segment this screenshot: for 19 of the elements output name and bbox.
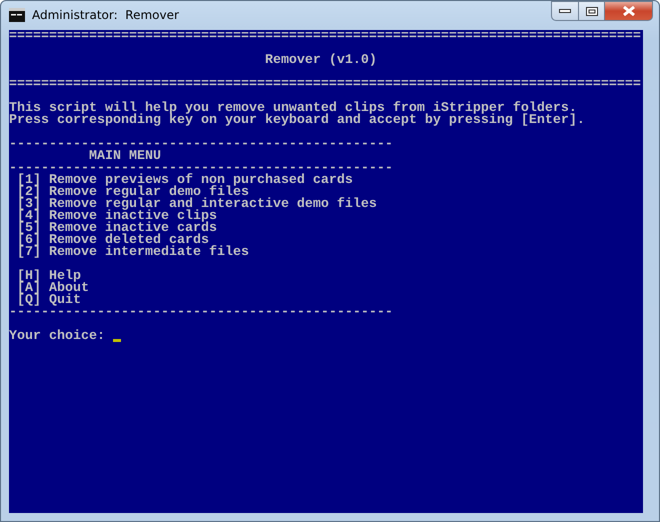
console-line: [Q] Quit	[16, 295, 81, 307]
console-line: ------------------------------------------------	[9, 307, 393, 319]
console-line: ------------------------------------------------	[9, 139, 393, 151]
maximize-icon	[586, 6, 598, 16]
window-title: Administrator: Remover	[32, 7, 179, 23]
console-line: [7] Remove intermediate files	[16, 247, 249, 259]
console-line: [H] Help	[16, 271, 81, 283]
console-line: Your choice:	[9, 331, 106, 343]
minimize-button[interactable]	[551, 1, 578, 21]
close-button[interactable]	[605, 1, 653, 21]
minimize-icon	[559, 9, 571, 13]
console-icon	[9, 8, 25, 22]
console-line: ===============================================================================	[9, 79, 641, 91]
console-line: ===============================================================================	[9, 31, 641, 43]
close-icon	[622, 6, 634, 16]
console-line: MAIN MENU	[88, 151, 161, 163]
maximize-button[interactable]	[578, 1, 605, 21]
console-line: Remover (v1.0)	[264, 55, 377, 67]
console-line: Press corresponding key on your keyboard and accept by pressing [Enter].	[9, 115, 585, 127]
